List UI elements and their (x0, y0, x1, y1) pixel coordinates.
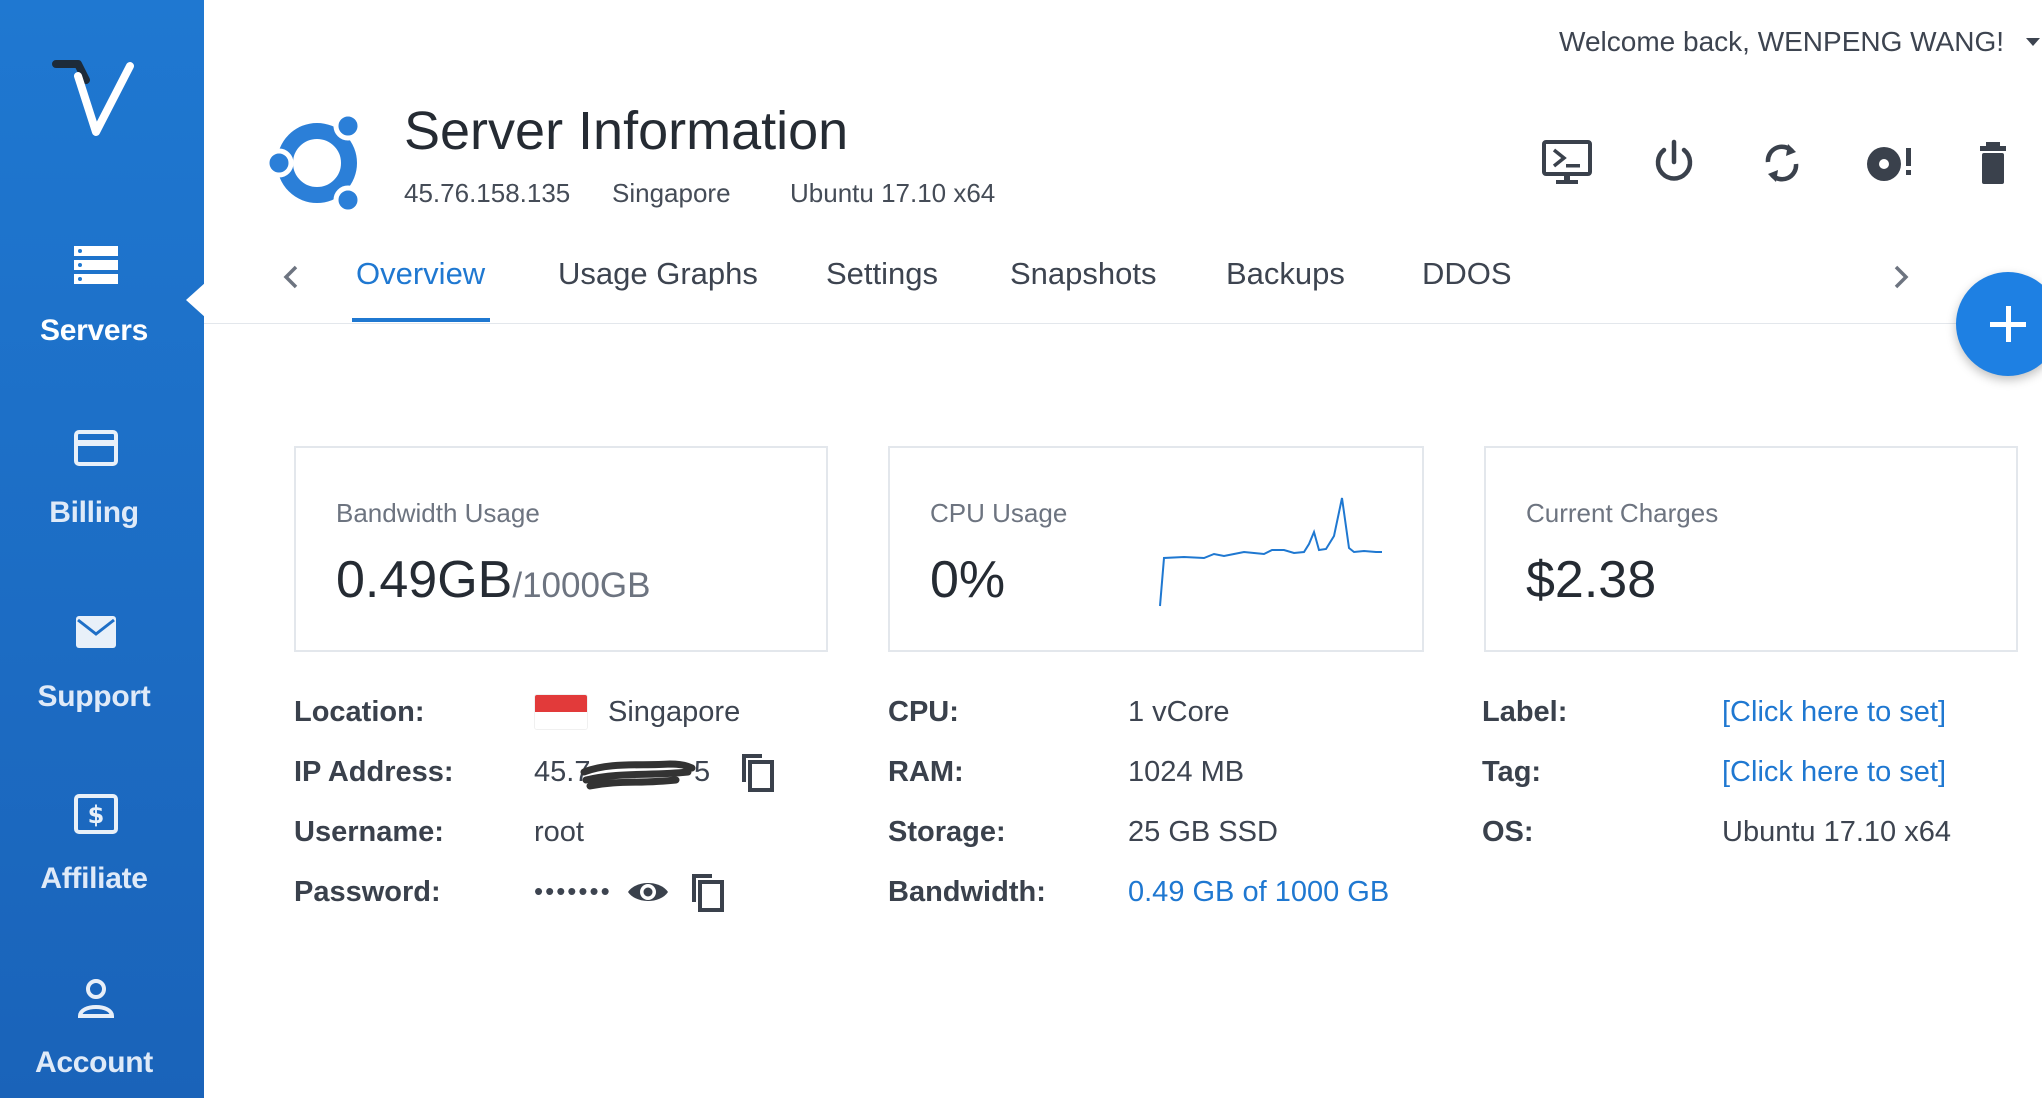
sidebar-item-account[interactable]: Account (0, 974, 204, 1098)
bandwidth-total: /1000GB (512, 566, 651, 605)
server-ip: 45.76.158.135 (404, 178, 571, 208)
username-value: root (534, 816, 584, 848)
copy-icon[interactable] (736, 750, 780, 794)
cpu-spec-value: 1 vCore (1128, 696, 1230, 728)
bandwidth-link[interactable]: 0.49 GB of 1000 GB (1128, 876, 1389, 909)
chevron-down-icon[interactable] (2026, 38, 2040, 46)
tab-overview[interactable]: Overview (356, 256, 485, 292)
cpu-usage-card: CPU Usage 0% (888, 446, 1424, 652)
current-charges-card: Current Charges $2.38 (1484, 446, 2018, 652)
username-label: Username: (294, 816, 444, 848)
os-value: Ubuntu 17.10 x64 (1722, 816, 1951, 848)
sidebar-item-label: Account (35, 1046, 153, 1079)
tag-label: Tag: (1482, 756, 1542, 788)
bandwidth-label: Bandwidth: (888, 876, 1046, 908)
power-icon[interactable] (1646, 138, 1702, 188)
ram-value: 1024 MB (1128, 756, 1245, 788)
ram-label: RAM: (888, 756, 964, 788)
console-icon[interactable] (1540, 138, 1596, 188)
cpu-sparkline (1159, 497, 1382, 607)
redaction-scribble (580, 760, 696, 790)
ip-address-label: IP Address: (294, 756, 454, 788)
charges-value: $2.38 (1526, 551, 1657, 609)
user-icon (77, 979, 115, 1018)
sidebar-item-label: Billing (49, 496, 139, 529)
ubuntu-logo-icon (264, 111, 363, 215)
card-title: Bandwidth Usage (336, 498, 540, 528)
bandwidth-used: 0.49GB (336, 551, 513, 609)
sidebar-item-label: Affiliate (40, 862, 148, 895)
sidebar-item-billing[interactable]: Billing (0, 424, 204, 574)
sidebar-item-support[interactable]: Support (0, 608, 204, 758)
servers-icon (74, 246, 118, 284)
eye-icon[interactable] (626, 870, 670, 914)
server-location: Singapore (612, 178, 731, 208)
storage-label: Storage: (888, 816, 1006, 848)
page-title: Server Information (404, 101, 849, 161)
storage-value: 25 GB SSD (1128, 816, 1278, 848)
svg-text:$: $ (88, 801, 105, 829)
credit-card-icon (74, 430, 118, 466)
password-value: ••••••• (534, 876, 612, 906)
card-title: CPU Usage (930, 498, 1068, 528)
active-indicator (186, 282, 206, 318)
label-label: Label: (1482, 696, 1568, 728)
reinstall-icon[interactable] (1862, 138, 1918, 188)
chevron-left-icon[interactable] (278, 262, 306, 292)
restart-icon[interactable] (1754, 138, 1810, 188)
ip-address-value-end: 5 (694, 756, 711, 788)
cpu-value: 0% (930, 551, 1006, 609)
location-value: Singapore (608, 696, 741, 728)
bandwidth-usage-card: Bandwidth Usage 0.49GB/1000GB (294, 446, 828, 652)
set-tag-link[interactable]: [Click here to set] (1722, 756, 1946, 789)
copy-icon[interactable] (686, 870, 730, 914)
cpu-label: CPU: (888, 696, 959, 728)
tab-backups[interactable]: Backups (1226, 256, 1345, 292)
chevron-right-icon[interactable] (1886, 262, 1914, 292)
singapore-flag-icon (534, 694, 588, 730)
active-tab-underline (352, 318, 490, 322)
tab-snapshots[interactable]: Snapshots (1010, 256, 1157, 292)
os-label: OS: (1482, 816, 1534, 848)
tab-usage-graphs[interactable]: Usage Graphs (558, 256, 758, 292)
server-os: Ubuntu 17.10 x64 (790, 178, 996, 208)
dollar-bill-icon: $ (74, 794, 118, 834)
sidebar-item-label: Support (37, 680, 151, 713)
vultr-logo[interactable] (52, 58, 152, 148)
bandwidth-value: 0.49GB/1000GB (336, 550, 651, 610)
sidebar: Servers Billing Support $ Affiliate Acco… (0, 0, 206, 1098)
envelope-icon (76, 616, 116, 648)
card-title: Current Charges (1526, 498, 1719, 528)
sidebar-item-servers[interactable]: Servers (0, 242, 204, 392)
set-label-link[interactable]: [Click here to set] (1722, 696, 1946, 729)
tab-ddos[interactable]: DDOS (1422, 256, 1512, 292)
sidebar-item-label: Servers (40, 314, 148, 347)
tab-settings[interactable]: Settings (826, 256, 938, 292)
welcome-menu[interactable]: Welcome back, WENPENG WANG! (1559, 26, 2004, 58)
trash-icon[interactable] (1970, 138, 2026, 188)
location-label: Location: (294, 696, 425, 728)
password-label: Password: (294, 876, 441, 908)
sidebar-item-affiliate[interactable]: $ Affiliate (0, 790, 204, 940)
